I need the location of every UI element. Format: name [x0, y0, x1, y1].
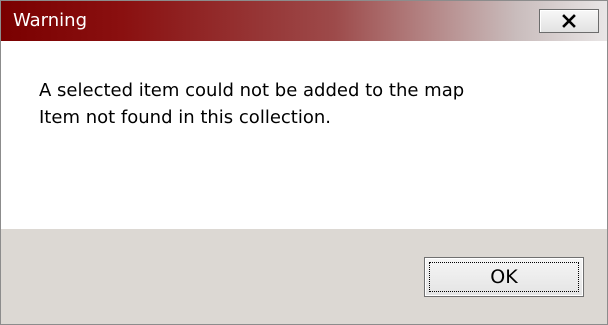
message-line-2: Item not found in this collection.: [39, 107, 331, 128]
message-area: [1, 41, 607, 229]
window-title: Warning: [13, 10, 88, 31]
ok-button-label: OK: [490, 266, 518, 288]
focus-rectangle: OK: [429, 262, 579, 292]
title-bar[interactable]: Warning: [1, 1, 607, 41]
ok-button[interactable]: OK: [424, 257, 584, 297]
message-line-1: A selected item could not be added to th…: [39, 80, 465, 101]
close-icon: [540, 10, 598, 32]
close-button[interactable]: [539, 9, 599, 33]
message-text: A selected item could not be added to th…: [39, 77, 464, 131]
warning-dialog: Warning A selected item could not be add…: [0, 0, 608, 325]
